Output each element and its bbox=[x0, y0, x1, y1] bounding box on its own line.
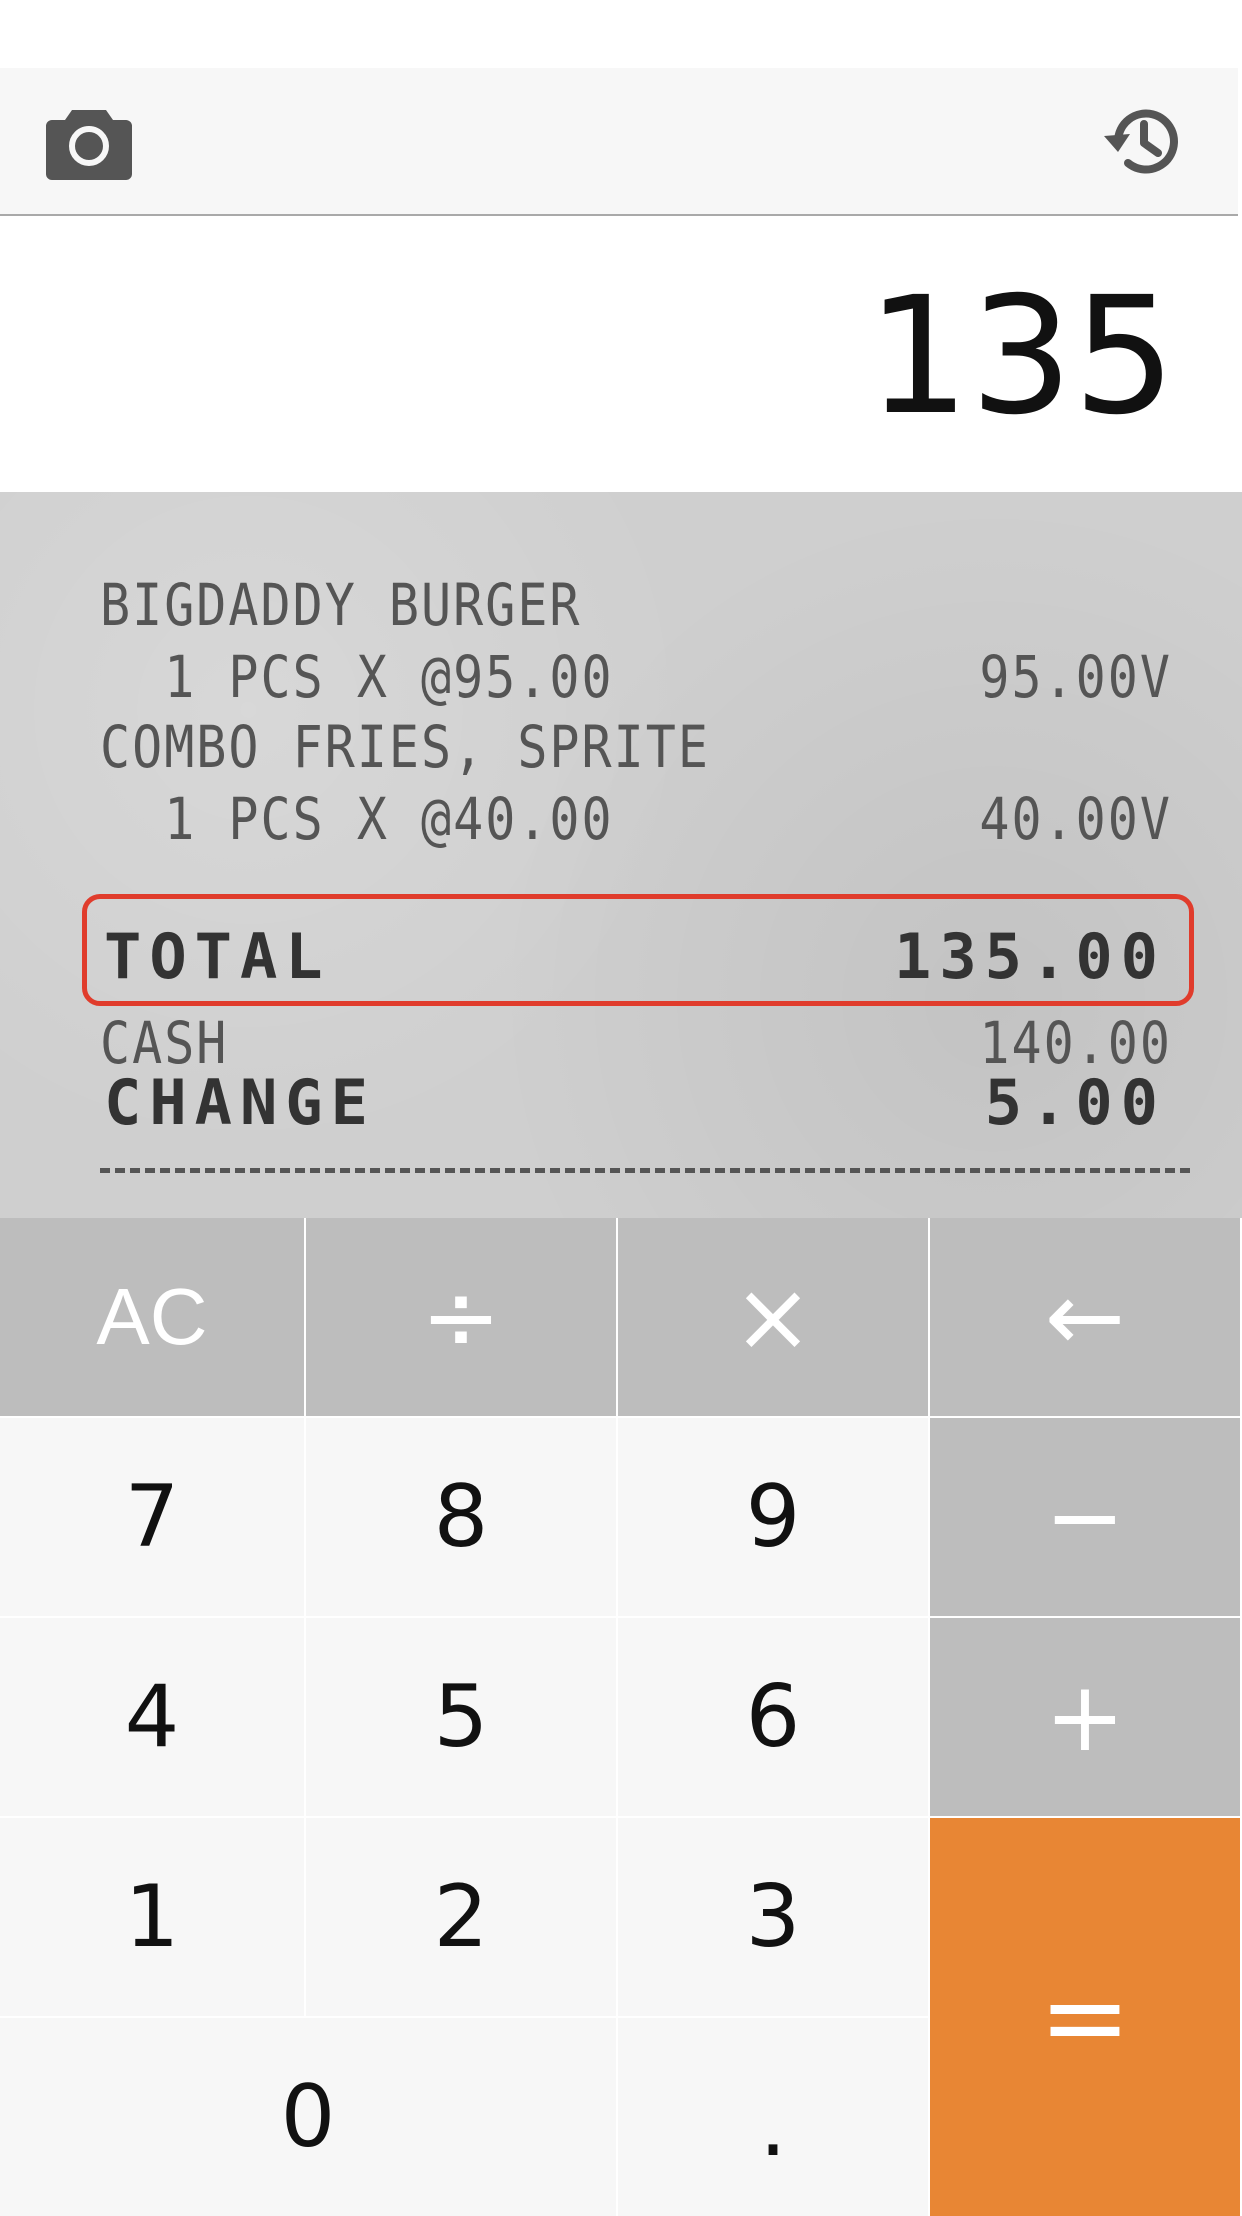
digit-3-button[interactable]: 3 bbox=[618, 1818, 928, 2016]
display: 135 bbox=[0, 216, 1238, 492]
minus-button[interactable]: − bbox=[930, 1418, 1240, 1616]
clear-button[interactable]: AC bbox=[0, 1218, 304, 1416]
digit-1-button[interactable]: 1 bbox=[0, 1818, 304, 2016]
equals-button[interactable]: = bbox=[930, 1818, 1240, 2216]
digit-6-button[interactable]: 6 bbox=[618, 1618, 928, 1816]
receipt-divider bbox=[100, 1168, 1190, 1173]
digit-0-button[interactable]: 0 bbox=[0, 2018, 616, 2216]
camera-icon[interactable] bbox=[44, 96, 134, 186]
history-icon[interactable] bbox=[1098, 96, 1188, 186]
display-value: 135 bbox=[866, 263, 1176, 451]
receipt-item-2-detail: 1 PCS X @40.00 bbox=[100, 786, 614, 853]
digit-9-button[interactable]: 9 bbox=[618, 1418, 928, 1616]
receipt-change-label: CHANGE bbox=[104, 1066, 376, 1139]
receipt-item-1-amount: 95.00V bbox=[979, 644, 1172, 711]
plus-button[interactable]: + bbox=[930, 1618, 1240, 1816]
receipt-item-2-amount: 40.00V bbox=[979, 786, 1172, 853]
multiply-button[interactable]: × bbox=[618, 1218, 928, 1416]
keypad: AC ÷ × ← 7 8 9 − 4 5 6 + 1 2 3 = 0 . bbox=[0, 1218, 1240, 2216]
total-highlight-box bbox=[82, 894, 1194, 1006]
digit-7-button[interactable]: 7 bbox=[0, 1418, 304, 1616]
digit-8-button[interactable]: 8 bbox=[306, 1418, 616, 1616]
receipt-item-1: BIGDADDY BURGER bbox=[100, 572, 582, 639]
receipt-item-2: COMBO FRIES, SPRITE bbox=[100, 714, 710, 781]
receipt-change-amount: 5.00 bbox=[984, 1066, 1166, 1139]
divide-button[interactable]: ÷ bbox=[306, 1218, 616, 1416]
backspace-button[interactable]: ← bbox=[930, 1218, 1240, 1416]
receipt-photo: BIGDADDY BURGER 1 PCS X @95.00 95.00V CO… bbox=[0, 492, 1242, 1218]
digit-4-button[interactable]: 4 bbox=[0, 1618, 304, 1816]
toolbar bbox=[0, 68, 1238, 216]
digit-2-button[interactable]: 2 bbox=[306, 1818, 616, 2016]
receipt-item-1-detail: 1 PCS X @95.00 bbox=[100, 644, 614, 711]
digit-5-button[interactable]: 5 bbox=[306, 1618, 616, 1816]
decimal-button[interactable]: . bbox=[618, 2018, 928, 2216]
